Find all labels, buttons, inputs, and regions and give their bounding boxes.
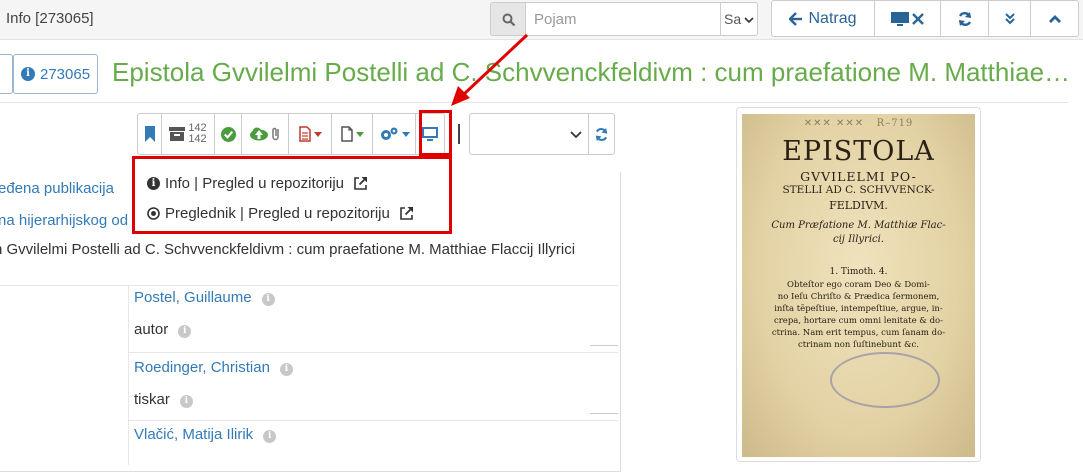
cover-line: cij Illyrici. — [832, 234, 885, 245]
list-item: Postel, Guillaume i — [134, 289, 275, 306]
divider — [128, 352, 618, 353]
person-name-link[interactable]: Roedinger, Christian — [134, 359, 270, 376]
document-menu-button[interactable] — [288, 113, 332, 155]
expand-button[interactable] — [988, 0, 1031, 37]
monitor-close-icon — [890, 11, 924, 26]
page-title: Epistola Gvvilelmi Postelli ad C. Schvve… — [112, 57, 1072, 87]
back-button[interactable]: Natrag — [771, 0, 875, 37]
approve-button[interactable] — [214, 113, 242, 155]
version-select[interactable] — [469, 113, 589, 155]
archive-button[interactable]: 142 142 — [161, 113, 215, 155]
info-icon[interactable]: i — [279, 363, 293, 376]
search-input[interactable] — [525, 2, 721, 36]
cover-line: GVVILELMI PO- — [800, 169, 917, 184]
cover-stamp: ✕✕✕ ✕✕✕ R–719 — [803, 118, 914, 129]
cover-line: 1. Timoth. 4. — [829, 267, 888, 277]
menu-item-label: Preglednik | Pregled u repozitoriju — [165, 204, 390, 222]
chevron-up-icon — [1048, 14, 1061, 23]
cover-line: no Ieſu Chriſto & Prædica ſermonem, — [777, 292, 940, 302]
refresh-icon — [958, 11, 971, 26]
menu-item-info[interactable]: i Info | Pregled u repozitoriju — [147, 168, 437, 198]
document-icon — [298, 126, 311, 142]
list-item: Roedinger, Christian i — [134, 359, 293, 376]
cloud-upload-icon — [250, 127, 268, 141]
divider — [0, 102, 1068, 103]
viewer-dropdown-menu: i Info | Pregled u repozitoriju Pregledn… — [132, 156, 452, 234]
menu-item-viewer[interactable]: Preglednik | Pregled u repozitoriju — [147, 198, 437, 228]
search-icon — [502, 13, 516, 27]
cover-line: inſta tēpeſtiue, intempeſtiue, argue, in… — [774, 304, 943, 314]
search-scope-value: Sa — [724, 11, 742, 27]
chevron-down-icon — [744, 17, 754, 24]
search-scope-select[interactable]: Sa — [720, 2, 758, 36]
person-name-link[interactable]: Vlačić, Matija Ilirik — [134, 426, 253, 443]
arrow-left-icon — [789, 11, 803, 26]
refresh-icon — [595, 127, 608, 141]
back-button-label: Natrag — [808, 9, 857, 27]
info-circle-icon: i — [147, 176, 160, 190]
person-role: tiskar — [134, 391, 170, 408]
cover-line: EPISTOLA — [782, 136, 935, 167]
archive-icon — [169, 127, 186, 141]
person-role: autor — [134, 321, 169, 338]
cover-line: Obteſtor ego coram Deo & Domi- — [787, 280, 930, 290]
collapse-button[interactable] — [1030, 0, 1079, 37]
divider — [128, 420, 618, 421]
paperclip-icon — [272, 127, 279, 141]
window-title: Info [273065] — [6, 10, 94, 27]
dot-circle-icon — [147, 206, 160, 220]
highlight-marker — [419, 110, 452, 156]
record-full-title: n Gvvilelmi Postelli ad C. Schvvenckfeld… — [0, 241, 576, 258]
info-circle-icon: i — [21, 67, 35, 81]
related-publication-link[interactable]: eđena publikacija — [0, 180, 114, 197]
file-menu-button[interactable] — [331, 113, 373, 155]
library-stamp — [830, 352, 940, 408]
upload-attach-button[interactable] — [241, 113, 289, 155]
cover-line: ctrina. Nam erit tempus, cum ſanam do- — [771, 328, 946, 338]
breadcrumb-prev[interactable] — [0, 54, 13, 94]
external-link-icon — [400, 206, 413, 220]
info-icon[interactable]: i — [179, 395, 193, 408]
monitor-close-button[interactable] — [874, 0, 941, 37]
record-id: 273065 — [40, 65, 91, 83]
bookmark-button[interactable] — [137, 113, 162, 155]
record-id-badge[interactable]: i 273065 — [13, 54, 99, 94]
record-toolbar: 142 142 — [137, 113, 445, 155]
reload-button[interactable] — [588, 113, 615, 155]
settings-menu-button[interactable] — [372, 113, 416, 155]
hierarchy-link[interactable]: na hijerarhijskog od — [0, 212, 128, 229]
cover-line: Cum Præfatione M. Matthiæ Flac- — [771, 220, 946, 231]
divider — [590, 413, 618, 414]
refresh-button[interactable] — [940, 0, 989, 37]
person-name-link[interactable]: Postel, Guillaume — [134, 289, 252, 306]
info-icon[interactable]: i — [263, 430, 277, 443]
list-item: autor i — [134, 321, 192, 338]
info-icon[interactable]: i — [261, 293, 275, 306]
list-item: tiskar i — [134, 391, 193, 408]
double-chevron-down-icon — [1004, 12, 1015, 24]
divider — [590, 345, 618, 346]
check-circle-icon — [220, 126, 236, 142]
list-item: Vlačić, Matija Ilirik i — [134, 426, 277, 443]
bookmark-icon — [144, 126, 155, 142]
cover-line: ctrinam non ſuſtinebunt &c. — [798, 340, 919, 350]
cogs-icon — [380, 127, 397, 140]
chevron-down-icon — [570, 131, 582, 139]
search-button[interactable] — [490, 2, 526, 36]
menu-item-label: Info | Pregled u repozitoriju — [165, 174, 344, 192]
cover-line: crepa, hortare cum omni lenitate & do- — [773, 316, 944, 326]
toolbar-separator — [458, 124, 460, 144]
top-bar: Info [273065] Sa Natrag — [0, 0, 1083, 40]
info-icon[interactable]: i — [178, 325, 192, 338]
file-icon — [340, 126, 353, 142]
cover-image[interactable]: ✕✕✕ ✕✕✕ R–719 EPISTOLA GVVILELMI PO- STE… — [742, 114, 975, 457]
cover-line: FELDIVM. — [829, 199, 888, 212]
counter-bottom: 142 — [188, 133, 207, 145]
external-link-icon — [354, 176, 367, 190]
cover-line: STELLI AD C. SCHVVENCK- — [782, 184, 935, 196]
